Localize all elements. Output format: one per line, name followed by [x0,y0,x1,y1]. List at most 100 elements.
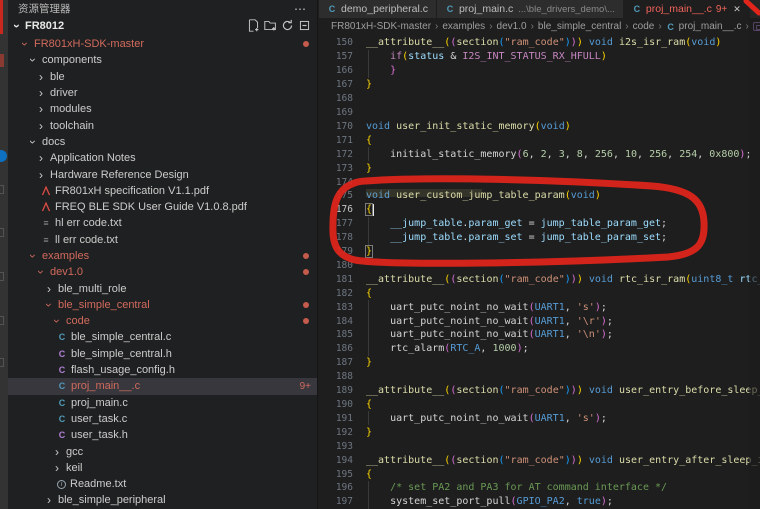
code-line-187[interactable]: 187} [319,356,760,370]
tree-item-label: ll err code.txt [55,234,118,246]
code-line-172[interactable]: 172 initial_static_memory(6, 2, 3, 8, 25… [319,147,760,161]
tree-item-ll-err-code-txt[interactable]: ≡ll err code.txt [8,232,317,248]
code-line-180[interactable]: 180 [319,259,760,273]
tree-item-gcc[interactable]: ›gcc [8,443,317,459]
code-line-178[interactable]: 178 __jump_table.param_set = jump_table_… [319,231,760,245]
code-line-182[interactable]: 182{ [319,286,760,300]
code-line-177[interactable]: 177 __jump_table.param_get = jump_table_… [319,217,760,231]
tree-item-label: FR801xH specification V1.1.pdf [55,185,209,197]
line-number: 194 [319,455,353,466]
tab-proj-main-c[interactable]: Cproj_main__.c9+✕ [624,0,750,18]
tree-item-hl-err-code-txt[interactable]: ≡hl err code.txt [8,215,317,231]
code-line-184[interactable]: 184 uart_putc_noint_no_wait(UART1, '\r')… [319,314,760,328]
code-line-195[interactable]: 195{ [319,467,760,481]
tree-item-fr801xh-specification-v1-1-pdf[interactable]: FR801xH specification V1.1.pdf [8,183,317,199]
code-line-168[interactable]: 168 [319,92,760,106]
tree-item-modules[interactable]: ›modules [8,101,317,117]
tree-item-components[interactable]: ›components [8,52,317,68]
breadcrumb-item-fr801xh-sdk-master[interactable]: FR801xH-SDK-master [331,21,431,32]
code-line-193[interactable]: 193 [319,439,760,453]
tree-item-readme-txt[interactable]: iReadme.txt [8,476,317,492]
tree-item-ble-simple-central-h[interactable]: Cble_simple_central.h [8,346,317,362]
breadcrumb-item-dev1-0[interactable]: dev1.0 [497,21,527,32]
tree-item-keil[interactable]: ›keil [8,460,317,476]
tab-proj-main-c[interactable]: Cproj_main.c...\ble_drivers_demo\... [437,0,624,18]
tree-item-dev1-0[interactable]: ›dev1.0 [8,264,317,280]
breadcrumb-item-ble-simple-central[interactable]: ble_simple_central [538,21,621,32]
indent-guide [368,314,369,328]
activity-bar[interactable] [0,0,8,509]
code-line-173[interactable]: 173} [319,161,760,175]
code-line-166[interactable]: 166 } [319,64,760,78]
indent-guide [368,411,369,425]
chevron-down-icon: › [28,251,38,261]
line-number: 170 [319,121,353,132]
workspace-section-header[interactable]: › FR8012 [8,17,317,34]
line-content: uart_putc_noint_no_wait(UART1, 's'); [366,413,607,424]
tree-item-user-task-c[interactable]: Cuser_task.c [8,411,317,427]
new-file-icon[interactable] [247,19,260,32]
code-line-189[interactable]: 189__attribute__((section("ram_code"))) … [319,384,760,398]
new-folder-icon[interactable] [264,19,277,32]
code-line-190[interactable]: 190{ [319,398,760,412]
code-line-176[interactable]: 176{ [319,203,760,217]
breadcrumb-item-examples[interactable]: examples [442,21,485,32]
chevron-right-icon: › [36,121,46,131]
line-content: __jump_table.param_get = jump_table_para… [366,218,667,229]
code-line-197[interactable]: 197 system_set_port_pull(GPIO_PA2, true)… [319,495,760,509]
indent-guide [368,64,369,78]
tab-label: proj_main__.c [646,3,712,15]
chevron-down-icon: › [44,300,54,310]
tree-item-docs[interactable]: ›docs [8,134,317,150]
tree-item-ble-simple-peripheral[interactable]: ›ble_simple_peripheral [8,492,317,508]
code-line-175[interactable]: 175void user_custom_jump_table_param(voi… [319,189,760,203]
code-line-179[interactable]: 179} [319,245,760,259]
indent-guide [368,300,369,314]
tree-item-ble[interactable]: ›ble [8,69,317,85]
tree-item-freq-ble-sdk-user-guide-v1-0-8-pdf[interactable]: FREQ BLE SDK User Guide V1.0.8.pdf [8,199,317,215]
collapse-all-icon[interactable] [298,19,311,32]
tree-item-hardware-reference-design[interactable]: ›Hardware Reference Design [8,166,317,182]
code-line-171[interactable]: 171{ [319,133,760,147]
breadcrumb-item-code[interactable]: code [633,21,655,32]
code-line-157[interactable]: 157 if(status & I2S_INT_STATUS_RX_HFULL) [319,50,760,64]
code-line-188[interactable]: 188 [319,370,760,384]
tree-item-user-task-h[interactable]: Cuser_task.h [8,427,317,443]
code-editor[interactable]: 150__attribute__((section("ram_code"))) … [319,36,760,509]
refresh-icon[interactable] [281,19,294,32]
code-line-169[interactable]: 169 [319,106,760,120]
code-line-183[interactable]: 183 uart_putc_noint_no_wait(UART1, 's'); [319,300,760,314]
tree-item-proj-main-c[interactable]: Cproj_main.c [8,395,317,411]
code-line-174[interactable]: 174 [319,175,760,189]
tree-item-ble-simple-central-c[interactable]: Cble_simple_central.c [8,329,317,345]
tree-item-driver[interactable]: ›driver [8,85,317,101]
scrollbar-strip[interactable] [749,18,760,509]
code-line-196[interactable]: 196 /* set PA2 and PA3 for AT command in… [319,481,760,495]
tree-item-toolchain[interactable]: ›toolchain [8,117,317,133]
tree-item-label: driver [50,87,78,99]
tree-item-examples[interactable]: ›examples [8,248,317,264]
code-line-192[interactable]: 192} [319,425,760,439]
line-number: 191 [319,413,353,424]
tree-item-fr801xh-sdk-master[interactable]: ›FR801xH-SDK-master [8,36,317,52]
line-number: 188 [319,371,353,382]
tree-item-flash-usage-config-h[interactable]: Cflash_usage_config.h [8,362,317,378]
tree-item-ble-multi-role[interactable]: ›ble_multi_role [8,280,317,296]
tree-item-proj-main-c[interactable]: Cproj_main__.c9+ [8,378,317,394]
tab-demo-peripheral-c[interactable]: Cdemo_peripheral.c [319,0,437,18]
code-line-186[interactable]: 186 rtc_alarm(RTC_A, 1000); [319,342,760,356]
tree-item-ble-simple-central[interactable]: ›ble_simple_central [8,297,317,313]
code-line-185[interactable]: 185 uart_putc_noint_no_wait(UART1, '\n')… [319,328,760,342]
activity-red-fragment [0,0,3,34]
code-line-181[interactable]: 181__attribute__((section("ram_code"))) … [319,272,760,286]
code-line-170[interactable]: 170void user_init_static_memory(void) [319,119,760,133]
code-line-191[interactable]: 191 uart_putc_noint_no_wait(UART1, 's'); [319,411,760,425]
breadcrumb-item-proj-main-c[interactable]: Cproj_main__.c [666,21,742,32]
tree-item-application-notes[interactable]: ›Application Notes [8,150,317,166]
tree-item-code[interactable]: ›code [8,313,317,329]
code-line-194[interactable]: 194__attribute__((section("ram_code"))) … [319,453,760,467]
code-line-150[interactable]: 150__attribute__((section("ram_code"))) … [319,36,760,50]
close-icon[interactable]: ✕ [733,4,741,15]
code-line-167[interactable]: 167} [319,78,760,92]
more-actions-icon[interactable]: ⋯ [294,2,307,16]
